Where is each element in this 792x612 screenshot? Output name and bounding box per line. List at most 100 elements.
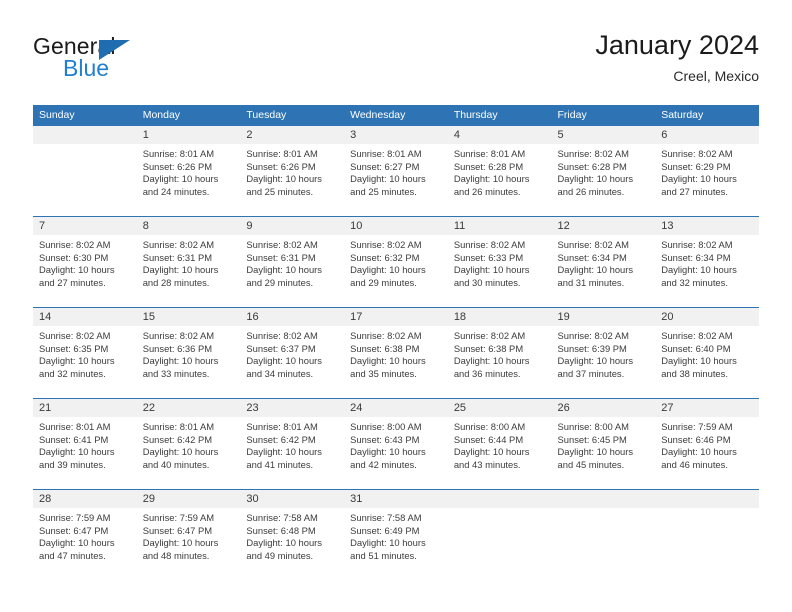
day-daylight-1-text: Daylight: 10 hours	[39, 537, 115, 549]
day-sunrise-text: Sunrise: 8:02 AM	[350, 239, 422, 250]
calendar-day-cell[interactable]: 2 Sunrise: 8:01 AM Sunset: 6:26 PM Daylight…	[240, 126, 345, 217]
day-sunset-text: Sunset: 6:40 PM	[661, 342, 731, 354]
day-daylight-1-text: Daylight: 10 hours	[246, 446, 322, 458]
calendar-day-cell[interactable]: 14 Sunrise: 8:02 AM Sunset: 6:35 PM Dayligh…	[33, 307, 137, 399]
calendar-day-cell[interactable]: 10 Sunrise: 8:02 AM Sunset: 6:32 PM Dayligh…	[344, 216, 448, 308]
calendar-day-cell[interactable]: 16 Sunrise: 8:02 AM Sunset: 6:37 PM Dayligh…	[240, 307, 345, 399]
day-number: 2	[240, 126, 345, 144]
calendar-day-cell[interactable]: 5 Sunrise: 8:02 AM Sunset: 6:28 PM Daylight…	[551, 126, 656, 217]
day-detail-block: Sunrise: 8:02 AM Sunset: 6:34 PM Daylight:…	[655, 235, 759, 289]
day-sunrise-text: Sunrise: 8:02 AM	[246, 239, 318, 250]
calendar-day-cell[interactable]: 24 Sunrise: 8:00 AM Sunset: 6:43 PM Dayligh…	[344, 398, 448, 490]
day-sunset-text: Sunset: 6:38 PM	[453, 342, 524, 354]
day-detail-block: Sunrise: 8:00 AM Sunset: 6:44 PM Daylight:…	[448, 417, 552, 471]
day-number: 20	[655, 308, 759, 326]
calendar-page: General Blue January 2024 Creel, Mexico …	[0, 0, 792, 612]
day-daylight-2-text: and 37 minutes.	[557, 367, 625, 379]
day-detail-block: Sunrise: 8:00 AM Sunset: 6:45 PM Daylight:…	[552, 417, 656, 471]
day-sunrise-text: Sunrise: 8:02 AM	[39, 330, 111, 341]
calendar-day-cell[interactable]: 12 Sunrise: 8:02 AM Sunset: 6:34 PM Dayligh…	[551, 216, 656, 308]
day-sunrise-text: Sunrise: 8:02 AM	[142, 330, 215, 341]
day-number: 7	[33, 217, 137, 235]
calendar-day-cell[interactable]: 3 Sunrise: 8:01 AM Sunset: 6:27 PM Daylight…	[344, 126, 448, 217]
day-daylight-1-text: Daylight: 10 hours	[350, 355, 426, 367]
day-daylight-1-text: Daylight: 10 hours	[246, 173, 322, 185]
sunrise-sunset-calendar-table: Sunday Monday Tuesday Wednesday Thursday…	[33, 105, 759, 580]
day-number: 6	[655, 126, 759, 144]
day-detail-block: Sunrise: 8:01 AM Sunset: 6:26 PM Daylight:…	[240, 144, 344, 198]
weekday-header-wednesday: Wednesday	[344, 105, 448, 126]
day-detail-block: Sunrise: 8:01 AM Sunset: 6:41 PM Daylight:…	[33, 417, 137, 471]
page-subtitle-location: Creel, Mexico	[673, 68, 759, 84]
day-detail-block: Sunrise: 8:02 AM Sunset: 6:32 PM Daylight:…	[344, 235, 448, 289]
day-sunset-text: Sunset: 6:45 PM	[557, 433, 627, 445]
calendar-day-cell[interactable]: 25 Sunrise: 8:00 AM Sunset: 6:44 PM Dayligh…	[447, 398, 552, 490]
calendar-day-cell[interactable]: 23 Sunrise: 8:01 AM Sunset: 6:42 PM Dayligh…	[240, 398, 345, 490]
day-daylight-1-text: Daylight: 10 hours	[142, 446, 219, 458]
day-number: 22	[136, 399, 241, 417]
day-sunset-text: Sunset: 6:26 PM	[246, 160, 316, 172]
day-daylight-1-text: Daylight: 10 hours	[39, 446, 115, 458]
calendar-day-cell[interactable]: 22 Sunrise: 8:01 AM Sunset: 6:42 PM Dayligh…	[136, 398, 241, 490]
day-sunrise-text: Sunrise: 7:58 AM	[350, 512, 422, 523]
day-sunset-text: Sunset: 6:27 PM	[350, 160, 420, 172]
day-daylight-2-text: and 29 minutes.	[350, 276, 417, 288]
day-number: 31	[344, 490, 448, 508]
day-detail-block: Sunrise: 8:02 AM Sunset: 6:39 PM Daylight:…	[552, 326, 656, 380]
day-sunset-text: Sunset: 6:36 PM	[142, 342, 213, 354]
calendar-day-cell[interactable]: 28 Sunrise: 7:59 AM Sunset: 6:47 PM Dayligh…	[33, 489, 137, 580]
day-sunset-text: Sunset: 6:28 PM	[557, 160, 627, 172]
day-daylight-2-text: and 45 minutes.	[557, 458, 625, 470]
calendar-day-cell[interactable]: 20 Sunrise: 8:02 AM Sunset: 6:40 PM Dayligh…	[655, 307, 759, 399]
day-sunrise-text: Sunrise: 8:02 AM	[557, 148, 629, 159]
day-number: 24	[344, 399, 448, 417]
day-sunrise-text: Sunrise: 8:01 AM	[246, 148, 318, 159]
calendar-day-cell[interactable]: 7 Sunrise: 8:02 AM Sunset: 6:30 PM Daylight…	[33, 216, 137, 308]
calendar-day-cell[interactable]: 27 Sunrise: 7:59 AM Sunset: 6:46 PM Dayligh…	[655, 398, 759, 490]
calendar-week-row: 7 Sunrise: 8:02 AM Sunset: 6:30 PM Daylight…	[33, 216, 759, 308]
day-number: 14	[33, 308, 137, 326]
day-sunrise-text: Sunrise: 8:00 AM	[557, 421, 629, 432]
day-sunset-text: Sunset: 6:34 PM	[661, 251, 731, 263]
calendar-day-cell[interactable]: 15 Sunrise: 8:02 AM Sunset: 6:36 PM Dayligh…	[136, 307, 241, 399]
day-daylight-1-text: Daylight: 10 hours	[142, 355, 219, 367]
calendar-day-cell[interactable]: 1 Sunrise: 8:01 AM Sunset: 6:26 PM Daylight…	[136, 126, 241, 217]
day-daylight-1-text: Daylight: 10 hours	[142, 173, 219, 185]
weekday-header-row: Sunday Monday Tuesday Wednesday Thursday…	[33, 105, 759, 126]
day-number: 30	[240, 490, 345, 508]
day-daylight-2-text: and 48 minutes.	[142, 549, 210, 561]
calendar-day-cell[interactable]: 26 Sunrise: 8:00 AM Sunset: 6:45 PM Dayligh…	[551, 398, 656, 490]
day-detail-block: Sunrise: 8:02 AM Sunset: 6:33 PM Daylight:…	[448, 235, 552, 289]
calendar-day-cell[interactable]: 21 Sunrise: 8:01 AM Sunset: 6:41 PM Dayligh…	[33, 398, 137, 490]
day-sunrise-text: Sunrise: 7:59 AM	[142, 512, 215, 523]
day-sunset-text: Sunset: 6:29 PM	[661, 160, 731, 172]
calendar-day-cell[interactable]: 4 Sunrise: 8:01 AM Sunset: 6:28 PM Daylight…	[447, 126, 552, 217]
day-detail-block: Sunrise: 8:02 AM Sunset: 6:31 PM Daylight:…	[137, 235, 241, 289]
day-number: 9	[240, 217, 345, 235]
calendar-day-cell[interactable]: 30 Sunrise: 7:58 AM Sunset: 6:48 PM Dayligh…	[240, 489, 345, 580]
calendar-day-cell[interactable]: 18 Sunrise: 8:02 AM Sunset: 6:38 PM Dayligh…	[447, 307, 552, 399]
day-number: 5	[551, 126, 656, 144]
calendar-day-cell[interactable]: 8 Sunrise: 8:02 AM Sunset: 6:31 PM Daylight…	[136, 216, 241, 308]
calendar-day-cell[interactable]: 17 Sunrise: 8:02 AM Sunset: 6:38 PM Dayligh…	[344, 307, 448, 399]
calendar-day-cell[interactable]: 13 Sunrise: 8:02 AM Sunset: 6:34 PM Dayligh…	[655, 216, 759, 308]
calendar-day-cell[interactable]: 29 Sunrise: 7:59 AM Sunset: 6:47 PM Dayligh…	[136, 489, 241, 580]
day-daylight-1-text: Daylight: 10 hours	[453, 264, 530, 276]
day-number: 12	[551, 217, 656, 235]
day-detail-block: Sunrise: 8:02 AM Sunset: 6:35 PM Daylight:…	[33, 326, 137, 380]
calendar-day-cell[interactable]: 19 Sunrise: 8:02 AM Sunset: 6:39 PM Dayligh…	[551, 307, 656, 399]
day-daylight-2-text: and 32 minutes.	[661, 276, 728, 288]
day-sunset-text: Sunset: 6:39 PM	[557, 342, 627, 354]
calendar-day-cell[interactable]: 31 Sunrise: 7:58 AM Sunset: 6:49 PM Dayligh…	[344, 489, 448, 580]
day-number: 3	[344, 126, 448, 144]
day-detail-block: Sunrise: 8:01 AM Sunset: 6:28 PM Daylight:…	[448, 144, 552, 198]
general-blue-logo[interactable]: General Blue	[33, 33, 233, 89]
day-number: 13	[655, 217, 759, 235]
weekday-header-monday: Monday	[136, 105, 241, 126]
calendar-day-cell[interactable]: 6 Sunrise: 8:02 AM Sunset: 6:29 PM Daylight…	[655, 126, 759, 217]
day-daylight-2-text: and 24 minutes.	[142, 185, 210, 197]
calendar-day-cell[interactable]: 11 Sunrise: 8:02 AM Sunset: 6:33 PM Dayligh…	[447, 216, 552, 308]
calendar-day-cell[interactable]: 9 Sunrise: 8:02 AM Sunset: 6:31 PM Daylight…	[240, 216, 345, 308]
day-detail-block: Sunrise: 7:59 AM Sunset: 6:46 PM Daylight:…	[655, 417, 759, 471]
day-daylight-2-text: and 42 minutes.	[350, 458, 417, 470]
